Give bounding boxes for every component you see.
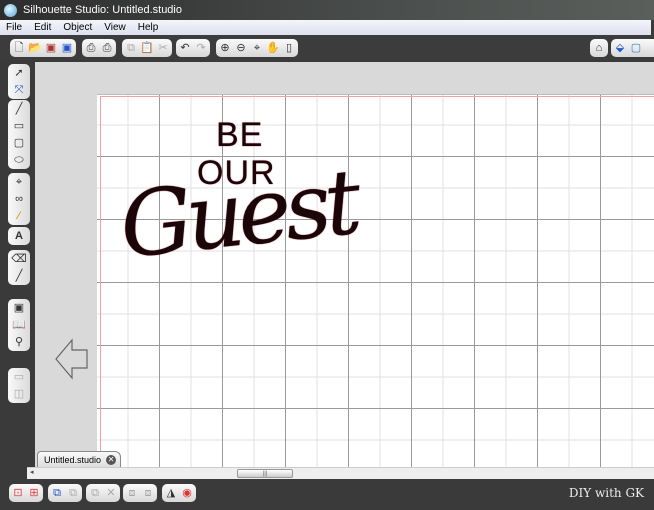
print-group: ⎙ ⎙ — [82, 39, 116, 57]
shape-group: ╱ ▭ ▢ ⬭ — [8, 100, 30, 169]
zoom-selection-icon[interactable]: ⌖ — [250, 41, 264, 55]
release-compound-path-icon[interactable]: ⧉ — [66, 486, 80, 500]
ungroup-icon[interactable]: ⊞ — [27, 486, 41, 500]
send-backward-icon[interactable]: ⧈ — [141, 486, 155, 500]
fill-color-icon[interactable]: ⬙ — [613, 41, 627, 55]
make-compound-path-icon[interactable]: ⧉ — [50, 486, 64, 500]
clipboard-group: ⧉ 📋 ✂ — [122, 39, 172, 57]
group-tools: ⊡ ⊞ — [9, 484, 43, 502]
select-group: ➚ ⤧ — [8, 64, 30, 99]
store-group: ⌂ — [590, 39, 608, 57]
zoom-in-icon[interactable]: ⊕ — [218, 41, 232, 55]
print-icon[interactable]: ⎙ — [84, 41, 98, 55]
group-icon[interactable]: ⊡ — [11, 486, 25, 500]
menu-edit[interactable]: Edit — [28, 22, 57, 33]
scroll-left-icon[interactable]: ◂ — [30, 468, 34, 476]
zoom-group: ⊕ ⊖ ⌖ ✋ ▯ — [216, 39, 298, 57]
cut-margin-line — [100, 96, 101, 468]
document-tab[interactable]: Untitled.studio ✕ — [37, 451, 121, 467]
page-settings-icon[interactable]: ▢ — [629, 41, 643, 55]
trace-icon[interactable]: ◮ — [164, 486, 178, 500]
rounded-rectangle-tool-icon[interactable]: ▢ — [12, 136, 26, 150]
edit-points-icon[interactable]: ⤧ — [12, 83, 26, 97]
eraser-tool-icon[interactable]: ⌫ — [11, 252, 27, 266]
open-folder-icon[interactable]: 📂 — [28, 41, 42, 55]
cut-icon[interactable]: ✂ — [156, 41, 170, 55]
line-tool-icon[interactable]: ╱ — [12, 102, 26, 116]
paste-icon[interactable]: 📋 — [140, 41, 154, 55]
bottom-toolbar: ⊡ ⊞ ⧉ ⧉ ⧉ ✕ ⧈ ⧈ ◮ ◉ — [0, 480, 654, 510]
document-tab-label: Untitled.studio — [44, 454, 102, 465]
copy-icon[interactable]: ⧉ — [124, 41, 138, 55]
arrange-tools: ⧈ ⧈ — [123, 484, 157, 502]
save-icon[interactable]: ▣ — [44, 41, 58, 55]
output-tools: ◮ ◉ — [162, 484, 196, 502]
select-arrow-icon[interactable]: ➚ — [12, 66, 26, 80]
curve-tool-icon[interactable]: ∞ — [12, 192, 26, 206]
ellipse-tool-icon[interactable]: ⬭ — [12, 153, 26, 167]
left-arrow-icon[interactable] — [55, 338, 89, 380]
rectangle-tool-icon[interactable]: ▭ — [12, 119, 26, 133]
send-to-cutter-icon[interactable]: ◉ — [180, 486, 194, 500]
window-title: Silhouette Studio: Untitled.studio — [23, 4, 182, 16]
pan-icon[interactable]: ✋ — [266, 41, 280, 55]
text-tool-icon[interactable]: A — [12, 229, 26, 243]
store-icon[interactable]: ⌂ — [592, 41, 606, 55]
close-tab-icon[interactable]: ✕ — [106, 454, 117, 465]
delete-icon[interactable]: ✕ — [104, 486, 118, 500]
layout-group: ▭ ◫ — [8, 368, 30, 403]
design-canvas[interactable]: BE OUR Guest — [35, 62, 654, 468]
zoom-out-icon[interactable]: ⊖ — [234, 41, 248, 55]
scrollbar-thumb[interactable]: ||| — [237, 469, 293, 478]
menu-help[interactable]: Help — [132, 22, 165, 33]
new-file-icon[interactable]: 🗋 — [12, 41, 26, 55]
cut-margin-line — [100, 96, 654, 97]
registration-icon[interactable]: ⚲ — [12, 335, 26, 349]
file-group: 🗋 📂 ▣ ▣ — [10, 39, 76, 57]
view-group: ▣ 📖 ⚲ — [8, 299, 30, 351]
erase-group: ⌫ ╱ — [8, 250, 30, 285]
menu-file[interactable]: File — [0, 22, 28, 33]
cutting-mat-page[interactable] — [97, 94, 654, 468]
draw-group: ⌖ ∞ ∕ — [8, 173, 30, 225]
single-pane-icon[interactable]: ▭ — [12, 370, 26, 384]
save-library-icon[interactable]: ▣ — [60, 41, 74, 55]
menu-object[interactable]: Object — [57, 22, 98, 33]
fit-page-icon[interactable]: ▯ — [282, 41, 296, 55]
menu-bar: File Edit Object View Help — [0, 20, 651, 35]
split-pane-icon[interactable]: ◫ — [12, 387, 26, 401]
design-text-be[interactable]: BE — [216, 116, 263, 155]
duplicate-tools: ⧉ ✕ — [86, 484, 120, 502]
freehand-tool-icon[interactable]: ∕ — [12, 209, 26, 223]
redo-icon[interactable]: ↷ — [194, 41, 208, 55]
print-cut-icon[interactable]: ⎙ — [100, 41, 114, 55]
watermark: DIY with GK — [568, 486, 644, 500]
bring-forward-icon[interactable]: ⧈ — [125, 486, 139, 500]
undo-group: ↶ ↷ — [176, 39, 210, 57]
title-bar: Silhouette Studio: Untitled.studio — [0, 0, 654, 20]
knife-tool-icon[interactable]: ╱ — [12, 269, 26, 283]
panel-group: ⬙ ▢ — [611, 39, 654, 57]
menu-view[interactable]: View — [98, 22, 132, 33]
compound-tools: ⧉ ⧉ — [48, 484, 82, 502]
horizontal-scrollbar[interactable]: ◂ ||| — [27, 467, 654, 479]
duplicate-icon[interactable]: ⧉ — [88, 486, 102, 500]
app-logo-icon — [4, 3, 17, 17]
polygon-tool-icon[interactable]: ⌖ — [12, 175, 26, 189]
text-group: A — [8, 227, 30, 245]
undo-icon[interactable]: ↶ — [178, 41, 192, 55]
top-toolbar: 🗋 📂 ▣ ▣ ⎙ ⎙ ⧉ 📋 ✂ ↶ ↷ ⊕ ⊖ ⌖ ✋ ▯ ⌂ ⬙ ▢ — [0, 35, 654, 60]
page-view-icon[interactable]: ▣ — [12, 301, 26, 315]
library-icon[interactable]: 📖 — [12, 318, 26, 332]
